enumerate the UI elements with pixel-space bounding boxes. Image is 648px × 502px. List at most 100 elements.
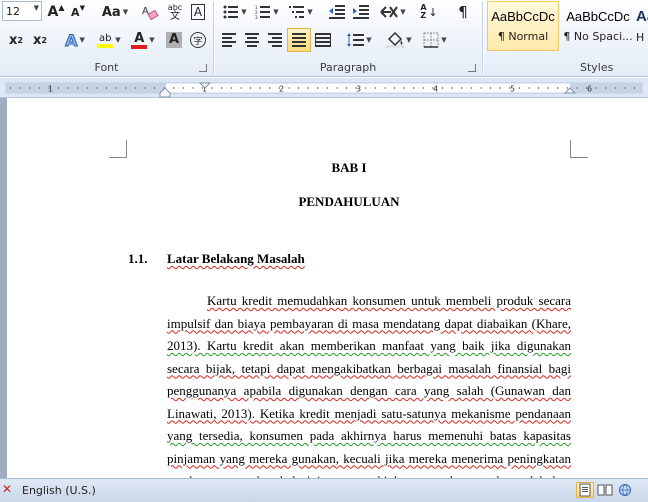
asian-layout-button[interactable]: ▼: [378, 1, 408, 23]
document-area[interactable]: BAB I PENDAHULUAN 1.1. Latar Belakang Ma…: [0, 98, 648, 478]
ruler-tick: [336, 87, 338, 89]
chevron-down-icon: ▼: [441, 36, 447, 44]
align-right-button[interactable]: [264, 29, 286, 51]
chevron-down-icon: ▼: [149, 36, 155, 44]
ruler-tick: [86, 87, 88, 89]
horizontal-ruler[interactable]: 1123456: [0, 78, 648, 98]
distributed-button[interactable]: [312, 29, 334, 51]
full-screen-reading-icon: [597, 484, 613, 496]
font-size-combo[interactable]: 12 ▼: [2, 1, 42, 21]
ruler-tick: [96, 87, 98, 89]
justify-button[interactable]: [287, 28, 311, 52]
enclose-characters-button[interactable]: 字: [188, 29, 208, 51]
print-layout-view-button[interactable]: [576, 482, 594, 498]
ruler-number: 6: [587, 85, 592, 94]
borders-icon: [423, 32, 439, 48]
style-tile-heading[interactable]: Aa H: [636, 1, 648, 51]
paragraph-group: ▼ 1 2 3 ▼ ▼ ▼ A Z ↓ ¶ ▼ ▼ ▼ Paragraph: [214, 0, 482, 77]
line-spacing-button[interactable]: ▼: [344, 29, 374, 51]
chapter-title: PENDAHULUAN: [298, 194, 400, 209]
font-color-button[interactable]: A ▼: [128, 29, 158, 51]
ruler-tick: [106, 87, 107, 89]
proofing-error-icon[interactable]: ✕: [2, 483, 14, 495]
ruler-number: 5: [510, 85, 515, 94]
align-center-button[interactable]: [241, 29, 263, 51]
superscript-button[interactable]: x2: [30, 29, 50, 51]
multilevel-list-button[interactable]: ▼: [286, 1, 316, 23]
change-case-button[interactable]: Aa ▼: [100, 1, 130, 23]
ruler-tick: [490, 87, 491, 89]
bullets-button[interactable]: ▼: [220, 1, 250, 23]
text-effects-button[interactable]: A ▼: [60, 29, 90, 51]
clear-formatting-button[interactable]: A: [140, 1, 160, 23]
font-color-swatch: [131, 44, 148, 49]
sort-button[interactable]: A Z ↓: [418, 1, 440, 23]
shrink-font-button[interactable]: A ▼: [68, 1, 88, 23]
ruler-tick: [566, 87, 568, 89]
ruler-tick: [576, 87, 578, 89]
chevron-down-icon: ▼: [33, 4, 39, 12]
ruler-tick: [182, 87, 184, 89]
ruler-tick: [10, 87, 11, 89]
character-border-button[interactable]: A: [188, 1, 208, 23]
ruler-tick: [557, 87, 559, 89]
align-left-button[interactable]: [218, 29, 240, 51]
font-size-value: 12: [6, 4, 20, 18]
style-name: H: [636, 31, 645, 44]
ruler-tick: [346, 87, 347, 89]
ruler-tick: [422, 87, 424, 89]
subscript-button[interactable]: x2: [6, 29, 26, 51]
ruler-tick: [125, 87, 127, 89]
align-right-icon: [268, 33, 282, 47]
ruler-tick: [58, 87, 59, 89]
chevron-down-icon: ▼: [366, 36, 372, 44]
increase-indent-button[interactable]: [350, 1, 372, 23]
ruler-tick: [259, 87, 261, 89]
sort-icon: A Z ↓: [420, 3, 438, 20]
crop-mark-top-right: [570, 140, 588, 158]
decrease-indent-button[interactable]: [326, 1, 348, 23]
phonetic-base-icon: 文: [170, 11, 180, 22]
language-indicator[interactable]: English (U.S.): [22, 484, 96, 497]
web-layout-view-button[interactable]: [616, 482, 634, 498]
body-paragraph[interactable]: Kartu kredit memudahkan konsumen untuk m…: [167, 290, 571, 478]
highlight-button[interactable]: ab ▼: [94, 29, 124, 51]
ruler-number: 3: [356, 85, 361, 94]
line-spacing-icon: [347, 33, 365, 47]
ruler-tick: [403, 87, 405, 89]
clear-formatting-icon: A: [142, 6, 159, 21]
borders-button[interactable]: ▼: [420, 29, 450, 51]
ruler-tick: [115, 87, 117, 89]
paragraph-line: Kartu kredit memudahkan konsumen untuk m…: [207, 293, 571, 308]
grow-font-button[interactable]: A ▲: [46, 1, 66, 23]
ruler-tick: [19, 87, 21, 89]
print-layout-icon: [579, 483, 591, 497]
paint-bucket-icon: [387, 32, 404, 48]
ruler-tick: [326, 87, 328, 89]
character-shading-button[interactable]: A: [164, 29, 184, 51]
section-number: 1.1.: [128, 251, 148, 266]
shading-button[interactable]: ▼: [384, 29, 414, 51]
ribbon: 12 ▼ A ▲ A ▼ Aa ▼ A abc 文 A x2 x 2 A ▼ a…: [0, 0, 648, 77]
svg-text:3: 3: [255, 15, 258, 19]
document-page[interactable]: BAB I PENDAHULUAN 1.1. Latar Belakang Ma…: [7, 98, 648, 478]
show-formatting-marks-button[interactable]: ¶: [452, 1, 474, 23]
ruler-tick: [614, 87, 616, 89]
full-screen-reading-view-button[interactable]: [596, 482, 614, 498]
ruler-tick: [67, 87, 69, 89]
ruler-tick: [605, 87, 607, 89]
font-dialog-launcher-icon[interactable]: [199, 64, 207, 72]
styles-group: AaBbCcDc ¶ Normal AaBbCcDc ¶ No Spaci...…: [484, 0, 648, 77]
phonetic-guide-button[interactable]: abc 文: [164, 1, 186, 23]
bullets-icon: [223, 5, 239, 19]
ruler-tick: [269, 87, 271, 89]
style-tile-no-spacing[interactable]: AaBbCcDc ¶ No Spaci...: [562, 1, 634, 51]
paragraph-dialog-launcher-icon[interactable]: [468, 64, 476, 72]
paragraph-line: impulsif dan biaya pembayaran di masa me…: [167, 315, 571, 331]
numbering-button[interactable]: 1 2 3 ▼: [252, 1, 282, 23]
increase-indent-icon: [353, 5, 369, 19]
ruler-tick: [442, 87, 443, 89]
style-preview: Aa: [636, 8, 648, 25]
paragraph-line: penggunanya apabila digunakan dengan car…: [167, 383, 571, 398]
style-tile-normal[interactable]: AaBbCcDc ¶ Normal: [487, 1, 559, 51]
